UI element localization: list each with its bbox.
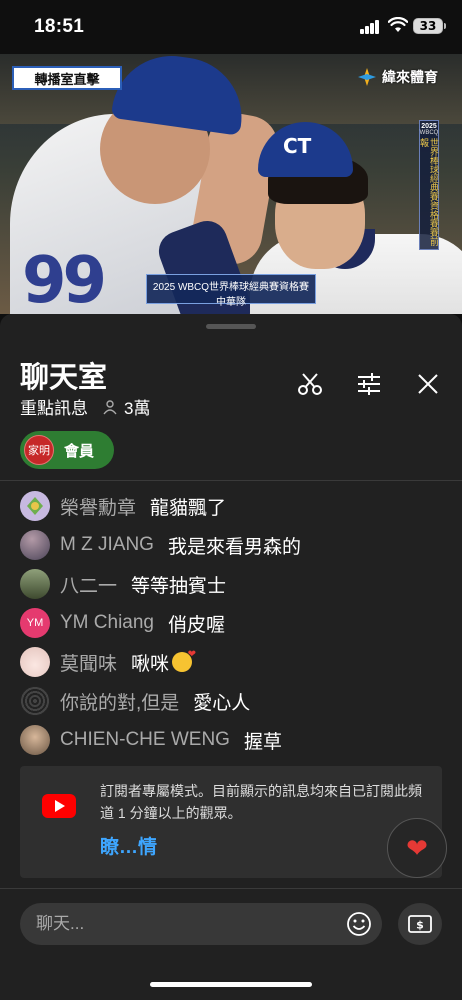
learn-more-link[interactable]: 瞭…情 [100, 832, 157, 859]
message-text: 我是來看男森的 [167, 536, 301, 558]
chat-title: 聊天室 [20, 362, 108, 394]
cap-logo: CT [283, 134, 312, 158]
divider [0, 480, 462, 481]
avatar [20, 647, 50, 677]
viewer-count: 3萬 [124, 399, 151, 418]
super-chat-button[interactable]: $ [398, 903, 442, 945]
avatar [20, 686, 50, 716]
svg-text:$: $ [416, 919, 424, 932]
event-vertical-text: 世界棒球經典賽資格賽賽前報 [419, 138, 439, 246]
chat-message[interactable]: 你說的對,但是 愛心人 [20, 685, 250, 717]
member-chip[interactable]: 家明 會員 [20, 431, 114, 469]
heart-icon: ❤ [406, 832, 428, 863]
avatar [20, 530, 50, 560]
chat-message[interactable]: CHIEN-CHE WENG 握草 [20, 724, 282, 756]
message-author: 八二一 [60, 575, 118, 597]
message-author: M Z JIANG [60, 534, 154, 555]
broadcaster-logo: 緯來體育 [356, 66, 438, 88]
event-vertical-banner: 2025 WBCQ 世界棒球經典賽資格賽賽前報 [419, 120, 439, 250]
message-author: CHIEN-CHE WENG [60, 729, 230, 750]
avatar [20, 569, 50, 599]
drag-handle[interactable] [206, 324, 256, 329]
battery-level: 33 [419, 19, 437, 33]
avatar: YM [20, 608, 50, 638]
event-year: 2025 [421, 123, 437, 130]
filter-settings-icon[interactable] [355, 370, 383, 398]
message-text: 握草 [243, 731, 282, 753]
emoji-picker-icon[interactable] [346, 911, 372, 937]
video-player[interactable]: 99 CT CT 轉播室直擊 緯來體育 2025 WBCQ 世界棒球經典賽資格賽… [0, 54, 462, 314]
scissors-icon[interactable] [296, 370, 324, 398]
message-text: 愛心人 [193, 692, 251, 714]
chat-mode-selector[interactable]: 重點訊息 3萬 [20, 394, 150, 419]
wifi-icon [388, 17, 408, 32]
jersey-number: 99 [22, 244, 107, 314]
message-text: 俏皮喔 [168, 614, 226, 636]
battery-icon: 33 [413, 18, 446, 34]
money-icon: $ [408, 915, 432, 933]
member-label: 會員 [64, 442, 95, 460]
broadcast-caption: 2025 WBCQ世界棒球經典賽資格賽 中華隊 [146, 274, 316, 308]
youtube-icon [42, 794, 76, 818]
divider [0, 888, 462, 889]
chat-mode-label: 重點訊息 [20, 399, 88, 418]
message-text: 啾咪 [131, 653, 170, 675]
subscriber-mode-notice: 訂閱者專屬模式。目前顯示的訊息均來自已訂閱此頻道 1 分鐘以上的觀眾。 瞭…情 [20, 766, 442, 878]
kiss-emoji-icon [172, 649, 196, 672]
home-indicator[interactable] [150, 982, 312, 987]
status-bar: 18:51 33 [0, 0, 462, 54]
message-author: 榮譽勳章 [60, 497, 137, 519]
caption-title: 2025 WBCQ世界棒球經典賽資格賽 [152, 282, 310, 293]
notice-text: 訂閱者專屬模式。目前顯示的訊息均來自已訂閱此頻道 1 分鐘以上的觀眾。 [100, 783, 422, 821]
live-tag: 轉播室直擊 [12, 66, 122, 90]
message-author: 莫聞味 [60, 653, 118, 675]
viewers-icon [103, 399, 117, 414]
event-sub: WBCQ [419, 130, 439, 136]
chat-input[interactable] [36, 914, 336, 934]
message-text: 龍貓飄了 [150, 497, 227, 519]
status-time: 18:51 [34, 16, 85, 37]
chat-message[interactable]: 八二一 等等抽賓士 [20, 568, 226, 600]
close-icon[interactable] [414, 370, 442, 398]
cellular-signal-icon [360, 20, 382, 34]
member-avatar: 家明 [24, 435, 54, 465]
chat-message[interactable]: 榮譽勳章 龍貓飄了 [20, 490, 226, 522]
caption-team: 中華隊 [216, 297, 246, 308]
avatar-initials: YM [26, 617, 44, 629]
chat-panel: 聊天室 重點訊息 3萬 家明 會員 榮譽勳章 龍貓飄了 M Z JIANG 我是… [0, 314, 462, 1000]
chat-message[interactable]: YM YM Chiang 俏皮喔 [20, 607, 225, 639]
broadcaster-name: 緯來體育 [382, 69, 438, 85]
chat-input-box[interactable] [20, 903, 382, 945]
message-author: YM Chiang [60, 612, 154, 633]
chat-message[interactable]: M Z JIANG 我是來看男森的 [20, 529, 301, 561]
heart-reaction-button[interactable]: ❤ [387, 818, 447, 878]
avatar [20, 725, 50, 755]
broadcaster-icon [358, 68, 376, 86]
avatar [20, 491, 50, 521]
chat-message[interactable]: 莫聞味 啾咪 [20, 646, 196, 678]
medal-icon [27, 497, 43, 515]
message-author: 你說的對,但是 [60, 692, 180, 714]
message-text: 等等抽賓士 [131, 575, 227, 597]
